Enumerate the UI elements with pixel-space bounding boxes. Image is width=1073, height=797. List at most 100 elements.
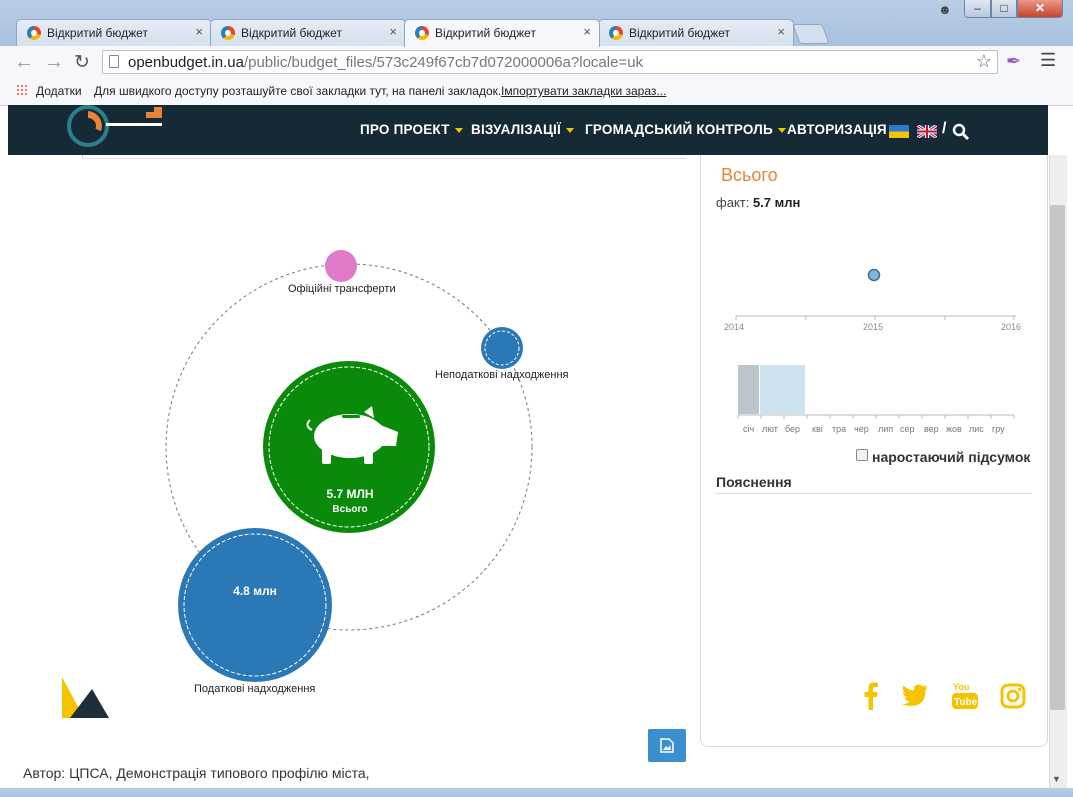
year-tick-label: 2015 (863, 322, 884, 332)
url-path: /public/budget_files/573c249f67cb7d07200… (243, 54, 644, 71)
month-label: чер (854, 424, 869, 434)
reload-icon[interactable]: ↻ (74, 51, 90, 74)
nav-public-control-label: ГРОМАДСЬКИЙ КОНТРОЛЬ (585, 122, 773, 137)
user-profile-icon[interactable]: ☻ (938, 2, 952, 17)
forward-arrow-icon[interactable]: → (44, 51, 64, 74)
instagram-icon[interactable] (1000, 683, 1026, 709)
fact-label: факт: (716, 195, 750, 210)
total-value: 5.7 МЛН (326, 487, 374, 501)
official-transfers-bubble[interactable] (325, 250, 357, 282)
page-info-icon[interactable] (109, 55, 119, 68)
address-bar-url: openbudget.in.ua/public/budget_files/573… (128, 54, 643, 71)
browser-tab-1[interactable]: Відкритий бюджет × (16, 19, 212, 46)
import-bookmarks-link[interactable]: Імпортувати закладки зараз... (501, 84, 666, 98)
browser-toolbar: ← → ↻ openbudget.in.ua/public/budget_fil… (0, 46, 1073, 79)
fact-row: факт: 5.7 млн (716, 195, 800, 210)
cumulative-label[interactable]: наростаючий підсумок (872, 449, 1030, 465)
maximize-window-icon[interactable]: □ (991, 0, 1017, 18)
month-ticks (737, 415, 1015, 419)
tax-revenue-value: 4.8 млн (233, 584, 277, 598)
close-window-icon[interactable]: ✕ (1017, 0, 1063, 18)
image-download-icon (660, 738, 674, 753)
chevron-down-icon (777, 127, 786, 133)
non-tax-revenue-bubble[interactable] (481, 327, 523, 369)
month-label: сер (900, 424, 915, 434)
openbudget-favicon-icon (27, 26, 41, 40)
author-credit: Автор: ЦПСА, Демонстрація типового профі… (23, 765, 370, 781)
browser-menu-icon[interactable]: ☰ (1040, 50, 1056, 71)
new-tab-button[interactable] (792, 24, 830, 44)
tab-label: Відкритий бюджет (629, 26, 730, 40)
panel-title: Всього (721, 165, 778, 185)
youtube-icon[interactable]: You Tube (952, 681, 978, 710)
openbudget-favicon-icon (221, 26, 235, 40)
bookmarks-hint: Для швидкого доступу розташуйте свої зак… (94, 84, 502, 98)
tab-label: Відкритий бюджет (435, 26, 536, 40)
tab-label: Відкритий бюджет (241, 26, 342, 40)
budget-bubble-chart (165, 250, 533, 682)
browser-tab-4[interactable]: Відкритий бюджет × (598, 19, 794, 46)
scroll-down-arrow-icon[interactable]: ▼ (1052, 774, 1061, 784)
month-label: лис (969, 424, 984, 434)
facebook-icon[interactable] (863, 682, 879, 710)
url-host: openbudget.in.ua (128, 54, 244, 71)
twitter-icon[interactable] (902, 684, 929, 706)
month-bar-feb-mar[interactable] (760, 365, 805, 414)
bookmarks-bar: Додатки Для швидкого доступу розташуйте … (0, 78, 1073, 106)
address-bar[interactable]: openbudget.in.ua/public/budget_files/573… (102, 50, 998, 74)
chevron-down-icon (565, 127, 574, 133)
tab-close-icon[interactable]: × (777, 24, 785, 39)
total-label: Всього (332, 504, 368, 515)
openbudget-logo[interactable] (66, 105, 176, 149)
svg-text:Tube: Tube (954, 697, 978, 708)
scrollbar-thumb[interactable] (1050, 205, 1065, 710)
month-label: тра (832, 424, 847, 434)
minimize-window-icon[interactable]: – (964, 0, 991, 18)
ukrainian-flag-icon[interactable] (889, 125, 909, 138)
month-label: вер (924, 424, 939, 434)
year-tick-label: 2016 (1001, 322, 1022, 332)
month-label: гру (992, 424, 1005, 434)
month-bar-jan[interactable] (738, 365, 759, 414)
cpsa-logo (62, 677, 109, 718)
window-bottom-frame (0, 788, 1073, 797)
site-navbar: ПРО ПРОЕКТ ВІЗУАЛІЗАЦІЇ ГРОМАДСЬКИЙ КОНТ… (8, 105, 1048, 155)
cumulative-checkbox[interactable] (856, 449, 868, 461)
nav-separator: / (942, 120, 947, 137)
nav-visualizations[interactable]: ВІЗУАЛІЗАЦІЇ (471, 122, 574, 137)
content-divider (82, 158, 686, 159)
year-tick-label: 2014 (724, 322, 745, 332)
nav-about-project[interactable]: ПРО ПРОЕКТ (360, 122, 463, 137)
browser-tab-3-active[interactable]: Відкритий бюджет × (404, 19, 600, 47)
back-arrow-icon[interactable]: ← (14, 51, 34, 74)
download-image-button[interactable] (648, 729, 686, 762)
non-tax-revenue-label: Неподаткові надходження (435, 369, 569, 381)
apps-grid-icon[interactable] (16, 84, 28, 96)
bookmark-star-icon[interactable]: ☆ (976, 51, 992, 72)
nav-about-label: ПРО ПРОЕКТ (360, 122, 450, 137)
svg-text:You: You (953, 682, 969, 692)
tax-revenue-label: Податкові надходження (194, 683, 316, 695)
openbudget-favicon-icon (415, 26, 429, 40)
browser-tab-2[interactable]: Відкритий бюджет × (210, 19, 406, 46)
nav-public-control[interactable]: ГРОМАДСЬКИЙ КОНТРОЛЬ (585, 122, 786, 137)
uk-flag-icon[interactable] (917, 125, 937, 138)
notes-divider (716, 493, 1032, 494)
tax-revenue-bubble[interactable] (178, 528, 332, 682)
search-icon[interactable] (952, 123, 970, 141)
extension-feather-icon[interactable]: ✒ (1006, 51, 1021, 72)
nav-authorization[interactable]: АВТОРИЗАЦІЯ (787, 122, 887, 137)
official-transfers-label: Офіційні трансферти (288, 283, 396, 295)
tab-close-icon[interactable]: × (583, 24, 591, 39)
apps-label[interactable]: Додатки (36, 84, 82, 98)
fact-value: 5.7 млн (752, 195, 801, 210)
tab-close-icon[interactable]: × (389, 24, 397, 39)
chevron-down-icon (454, 127, 463, 133)
notes-title: Пояснення (716, 474, 792, 490)
tab-close-icon[interactable]: × (195, 24, 203, 39)
month-label: кві (812, 424, 823, 434)
openbudget-favicon-icon (609, 26, 623, 40)
month-label: лип (878, 424, 894, 434)
year-point-2015[interactable] (867, 268, 881, 282)
tab-label: Відкритий бюджет (47, 26, 148, 40)
